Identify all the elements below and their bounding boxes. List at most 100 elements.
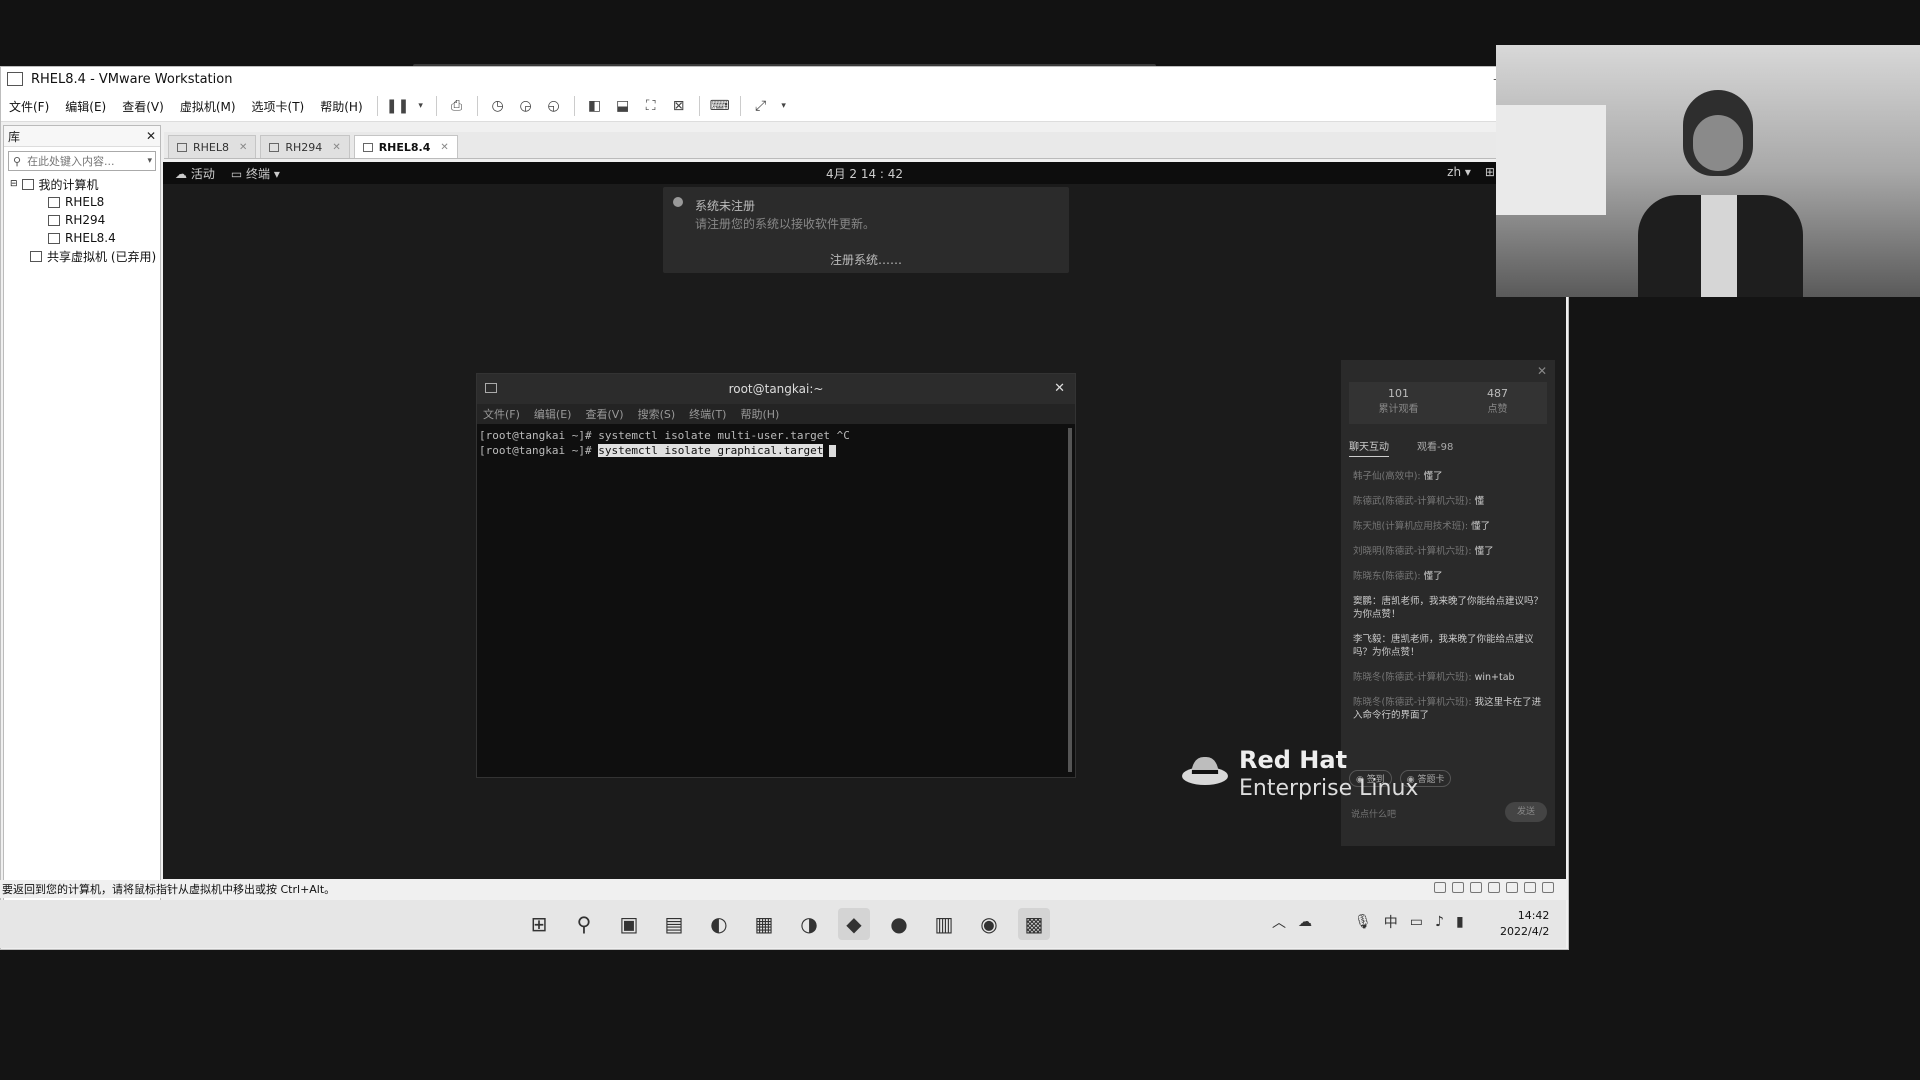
terminal-output[interactable]: [root@tangkai ~]# systemctl isolate mult…	[477, 424, 1075, 462]
gnome-clock[interactable]: 4月 2 14 : 42	[163, 165, 1566, 182]
task-view-icon[interactable]: ▣	[613, 908, 645, 940]
ime-indicator[interactable]: 中	[1384, 912, 1398, 932]
menu-vm[interactable]: 虚拟机(M)	[172, 98, 244, 115]
revert-snapshot-icon[interactable]: ◶	[516, 96, 536, 116]
onedrive-icon[interactable]: ☁	[1298, 914, 1312, 930]
term-menu-view[interactable]: 查看(V)	[585, 406, 623, 422]
network-adapter-icon[interactable]	[1470, 882, 1482, 893]
redhat-logo: Red Hat Enterprise Linux	[1181, 746, 1441, 806]
network-icon[interactable]: ▭	[1410, 914, 1423, 930]
library-panel: 库 ✕ ⚲ ▾ ⊟ 我的计算机 RHEL8 RH294 RHEL8.4 共享虚拟…	[3, 125, 161, 945]
notification-icon	[673, 197, 683, 207]
chat-message: 李飞毅：唐凯老师，我来晚了你能给点建议吗？为你点赞！	[1353, 634, 1534, 658]
register-system-button[interactable]: 注册系统……	[663, 251, 1069, 268]
pause-icon[interactable]: ❚❚	[386, 96, 409, 116]
speaker-icon[interactable]: ♪	[1435, 914, 1444, 930]
battery-icon[interactable]: ▮	[1456, 914, 1464, 930]
stat-likes: 487 点赞	[1487, 387, 1508, 415]
close-icon[interactable]: ✕	[239, 142, 247, 153]
console-view-icon[interactable]: ⌨	[710, 96, 730, 116]
library-search-input[interactable]	[25, 153, 130, 169]
unity-icon[interactable]: ⊠	[669, 96, 689, 116]
notepad-icon[interactable]: ▥	[928, 908, 960, 940]
send-button[interactable]: 发送	[1505, 802, 1547, 822]
terminal-titlebar[interactable]: root@tangkai:~ ✕	[477, 374, 1075, 404]
cdrom-icon[interactable]	[1452, 882, 1464, 893]
media-app-icon[interactable]: ◆	[838, 908, 870, 940]
close-icon[interactable]: ✕	[440, 142, 448, 153]
snapshot-manager-icon[interactable]: ◵	[544, 96, 564, 116]
chevron-down-icon[interactable]: ▾	[147, 156, 152, 166]
chat-message: 陈天旭(计算机应用技术班): 懂了	[1353, 521, 1491, 532]
fullscreen-icon[interactable]: ⛶	[641, 96, 661, 116]
redhat-product: Enterprise Linux	[1239, 776, 1419, 801]
message-icon[interactable]	[1542, 882, 1554, 893]
chevron-up-icon[interactable]: ︿	[1272, 912, 1286, 932]
network-icon[interactable]: ⊞	[1485, 165, 1495, 180]
tab-chat[interactable]: 聊天互动	[1349, 438, 1389, 457]
menu-file[interactable]: 文件(F)	[1, 98, 57, 115]
hdd-icon[interactable]	[1434, 882, 1446, 893]
term-menu-file[interactable]: 文件(F)	[483, 406, 520, 422]
chat-app-icon[interactable]: ●	[883, 908, 915, 940]
terminal-line: [root@tangkai ~]# systemctl isolate grap…	[479, 443, 1073, 458]
terminal-scrollbar[interactable]	[1068, 428, 1072, 772]
language-indicator[interactable]: zh ▾	[1447, 165, 1471, 180]
close-icon[interactable]: ✕	[1537, 364, 1547, 378]
collapse-icon[interactable]: ⊟	[10, 179, 18, 189]
chat-stats: 101 累计观看 487 点赞	[1349, 382, 1547, 424]
menu-edit[interactable]: 编辑(E)	[57, 98, 114, 115]
tree-shared-vms[interactable]: 共享虚拟机 (已弃用)	[4, 247, 160, 265]
start-icon[interactable]: ⊞	[523, 908, 555, 940]
thumbnail-bar-icon[interactable]: ⬓	[613, 96, 633, 116]
app-icon[interactable]: ◑	[793, 908, 825, 940]
window-title: RHEL8.4 - VMware Workstation	[31, 71, 233, 87]
search-icon: ⚲	[13, 154, 22, 168]
tab-viewers[interactable]: 观看-98	[1417, 438, 1453, 457]
vm-icon	[269, 142, 280, 152]
usb-icon[interactable]	[1488, 882, 1500, 893]
stretch-icon[interactable]: ⤢	[751, 96, 771, 116]
status-hint: 要返回到您的计算机，请将鼠标指针从虚拟机中移出或按 Ctrl+Alt。	[2, 883, 336, 896]
microphone-icon[interactable]: 🎙	[1354, 914, 1372, 930]
term-menu-terminal[interactable]: 终端(T)	[689, 406, 726, 422]
tree-vm-rh294[interactable]: RH294	[4, 211, 160, 229]
close-icon[interactable]: ✕	[1054, 381, 1065, 396]
edge-browser-icon[interactable]: ◐	[703, 908, 735, 940]
tree-vm-rhel8[interactable]: RHEL8	[4, 193, 160, 211]
term-menu-search[interactable]: 搜索(S)	[638, 406, 676, 422]
chat-messages: 韩子仙(高效中): 懂了 陈德武(陈德武-计算机六班): 懂 陈天旭(计算机应用…	[1353, 470, 1543, 734]
close-icon[interactable]: ✕	[332, 142, 340, 153]
taskbar-clock[interactable]: 14:42 2022/4/2	[1500, 908, 1549, 940]
menu-view[interactable]: 查看(V)	[114, 98, 172, 115]
close-icon[interactable]: ✕	[146, 129, 156, 143]
library-search[interactable]: ⚲ ▾	[8, 151, 156, 171]
search-icon[interactable]: ⚲	[568, 908, 600, 940]
tab-rh294[interactable]: RH294 ✕	[260, 135, 350, 158]
chevron-down-icon[interactable]: ▾	[779, 96, 789, 116]
display-icon[interactable]	[1524, 882, 1536, 893]
tree-label: RH294	[65, 213, 106, 227]
menu-tabs[interactable]: 选项卡(T)	[244, 98, 313, 115]
registration-notification[interactable]: 系统未注册 请注册您的系统以接收软件更新。 注册系统……	[663, 187, 1069, 273]
file-explorer-icon[interactable]: ▤	[658, 908, 690, 940]
camera-app-icon[interactable]: ◉	[973, 908, 1005, 940]
chat-input[interactable]	[1349, 804, 1503, 824]
term-menu-help[interactable]: 帮助(H)	[740, 406, 779, 422]
vm-console[interactable]: ☁ 活动 ▭ 终端 ▾ 4月 2 14 : 42 zh ▾ ⊞ ♪ ⏻ ▾ 系统…	[163, 162, 1566, 879]
tab-rhel8[interactable]: RHEL8 ✕	[168, 135, 257, 158]
store-icon[interactable]: ▦	[748, 908, 780, 940]
chevron-down-icon[interactable]: ▾	[416, 96, 426, 116]
send-ctrl-alt-del-icon[interactable]: ⎙	[447, 96, 467, 116]
menu-help[interactable]: 帮助(H)	[312, 98, 370, 115]
tree-label: 共享虚拟机 (已弃用)	[47, 249, 157, 264]
tree-my-computer[interactable]: ⊟ 我的计算机	[4, 175, 160, 193]
tab-rhel8-4[interactable]: RHEL8.4 ✕	[353, 135, 458, 158]
term-menu-edit[interactable]: 编辑(E)	[534, 406, 572, 422]
vmware-taskbar-icon[interactable]: ▩	[1018, 908, 1050, 940]
tree-vm-rhel8-4[interactable]: RHEL8.4	[4, 229, 160, 247]
terminal-window[interactable]: root@tangkai:~ ✕ 文件(F) 编辑(E) 查看(V) 搜索(S)…	[476, 373, 1076, 778]
library-view-icon[interactable]: ◧	[585, 96, 605, 116]
snapshot-icon[interactable]: ◷	[488, 96, 508, 116]
sound-icon[interactable]	[1506, 882, 1518, 893]
